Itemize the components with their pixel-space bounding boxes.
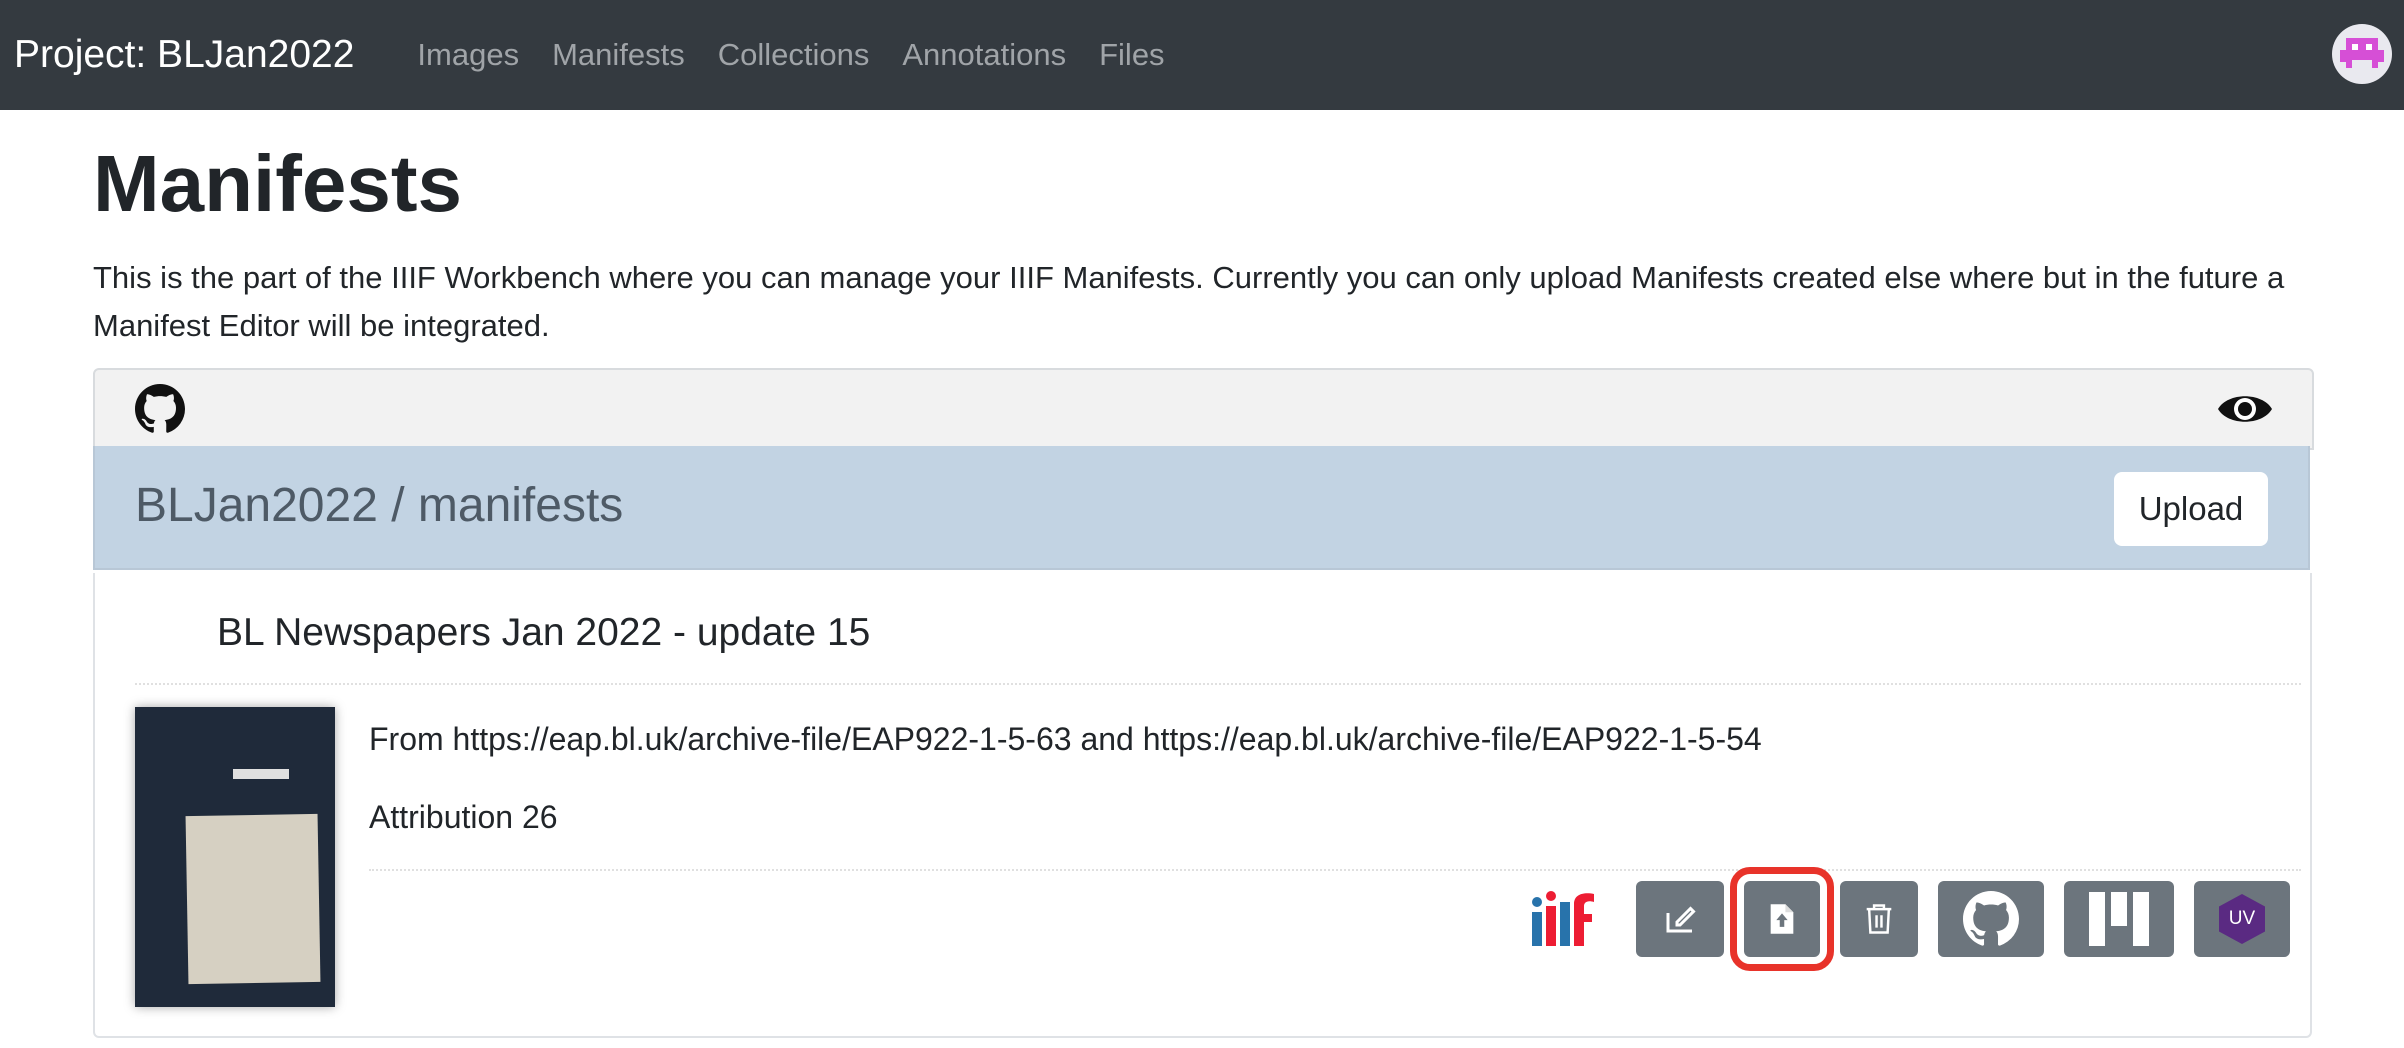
user-avatar[interactable] <box>2332 24 2392 84</box>
repo-panel-header <box>93 368 2314 450</box>
page-intro: This is the part of the IIIF Workbench w… <box>93 260 2285 343</box>
iiif-logo-icon[interactable] <box>1530 890 1596 948</box>
divider <box>369 869 2301 871</box>
divider <box>135 683 2301 685</box>
manifest-description: From https://eap.bl.uk/archive-file/EAP9… <box>369 721 1762 757</box>
repo-bar: BLJan2022 / manifests Upload <box>93 446 2310 570</box>
mirador-button[interactable] <box>2064 881 2174 957</box>
mirador-icon <box>2089 892 2149 946</box>
edit-icon <box>1666 906 1696 933</box>
github-icon[interactable] <box>135 384 185 434</box>
uv-button[interactable]: UV <box>2194 881 2290 957</box>
nav-annotations[interactable]: Annotations <box>902 37 1066 73</box>
upload-button[interactable]: Upload <box>2114 472 2268 546</box>
uv-icon: UV <box>2219 894 2265 944</box>
upload-file-button[interactable] <box>1730 867 1834 971</box>
trash-icon <box>1866 904 1892 934</box>
delete-button[interactable] <box>1840 881 1918 957</box>
repo-path: BLJan2022 / manifests <box>135 479 624 532</box>
nav-manifests[interactable]: Manifests <box>552 37 685 73</box>
eye-icon[interactable] <box>2216 388 2274 430</box>
github-icon <box>1963 891 2019 946</box>
newspaper-page <box>185 813 321 985</box>
edit-button[interactable] <box>1636 881 1724 957</box>
manifest-attribution: Attribution 26 <box>369 799 558 835</box>
manifest-card: BL Newspapers Jan 2022 - update 15 From … <box>93 573 2312 1038</box>
page-title: Manifests <box>93 139 462 228</box>
nav-images[interactable]: Images <box>417 37 519 73</box>
manifest-thumbnail[interactable] <box>135 707 335 1007</box>
top-navbar: Project: BLJan2022 Images Manifests Coll… <box>0 0 2404 110</box>
project-brand[interactable]: Project: BLJan2022 <box>14 33 354 77</box>
manifest-actions: UV <box>1530 867 2290 971</box>
manifest-title: BL Newspapers Jan 2022 - update 15 <box>217 611 871 654</box>
nav-files[interactable]: Files <box>1099 37 1164 73</box>
color-strip <box>233 769 289 779</box>
github-button[interactable] <box>1938 881 2044 957</box>
file-upload-icon <box>1770 904 1794 934</box>
uv-label: UV <box>2228 908 2256 929</box>
main-container: Manifests This is the part of the IIIF W… <box>93 110 2314 1038</box>
nav-collections[interactable]: Collections <box>718 37 870 73</box>
